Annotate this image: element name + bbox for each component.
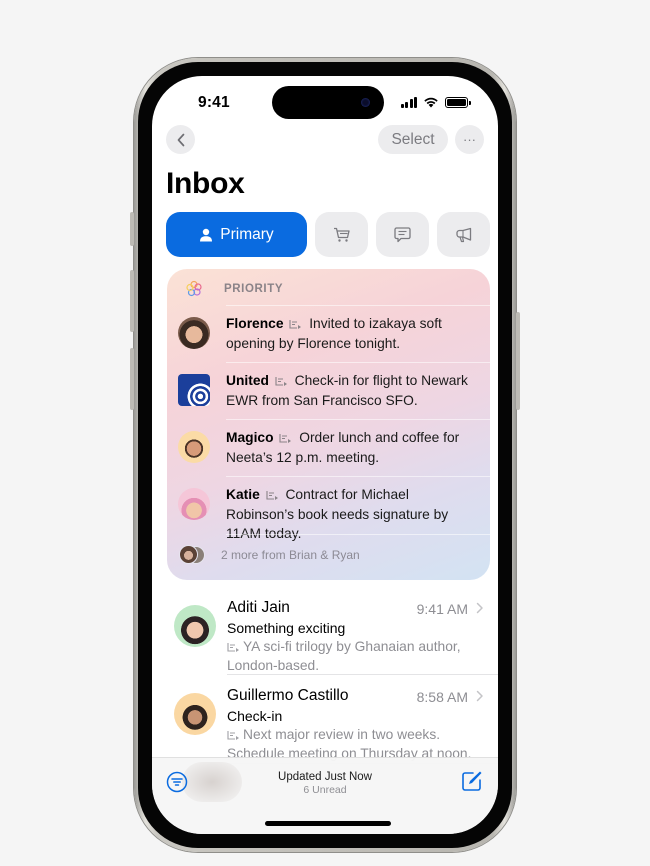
priority-item-text: Florence Invited to izakaya soft opening… — [226, 314, 480, 353]
priority-sender: Katie — [226, 487, 260, 502]
avatar-magico — [178, 431, 210, 463]
mail-time: 8:58 AM — [416, 689, 468, 705]
mail-row[interactable]: Aditi Jain 9:41 AM Something exciting YA… — [152, 589, 498, 677]
mail-sender: Aditi Jain — [227, 599, 290, 616]
unread-count: 6 Unread — [303, 784, 347, 796]
avatar-florence — [178, 317, 210, 349]
mail-subject: Check-in — [227, 708, 283, 724]
dynamic-island — [272, 86, 384, 119]
bottom-toolbar: Updated Just Now 6 Unread — [152, 757, 498, 834]
priority-summary: Contract for Michael Robinson’s book nee… — [226, 487, 449, 541]
summary-icon — [289, 320, 302, 329]
tab-transactions[interactable] — [315, 212, 368, 257]
summary-icon — [227, 731, 239, 740]
compose-icon[interactable] — [461, 770, 483, 792]
priority-more[interactable]: 2 more from Brian & Ryan — [179, 545, 360, 565]
select-button[interactable]: Select — [378, 125, 448, 154]
mail-sender: Guillermo Castillo — [227, 687, 349, 704]
priority-sender: United — [226, 373, 269, 388]
mailbox-status: Updated Just Now 6 Unread — [152, 771, 498, 796]
message-icon — [394, 226, 411, 242]
mail-preview-text: YA sci-fi trilogy by Ghanaian author, Lo… — [227, 639, 461, 673]
action-button — [130, 212, 134, 246]
summary-icon — [275, 377, 287, 386]
back-button[interactable] — [166, 125, 195, 154]
wifi-icon — [424, 97, 438, 108]
volume-down-button — [130, 348, 134, 410]
tab-updates[interactable] — [376, 212, 429, 257]
cart-icon — [333, 227, 350, 242]
screen: 9:41 Select ··· Inbox Primary PRIORITY F… — [152, 76, 498, 834]
home-indicator[interactable] — [265, 821, 391, 826]
status-time: 9:41 — [198, 94, 230, 111]
phone-bezel: 9:41 Select ··· Inbox Primary PRIORITY F… — [138, 62, 512, 848]
avatar-guillermo — [174, 693, 216, 735]
apple-intelligence-icon — [186, 280, 202, 297]
chevron-right-icon — [476, 690, 483, 702]
more-button[interactable]: ··· — [455, 125, 484, 154]
chevron-right-icon — [476, 602, 483, 614]
priority-card: PRIORITY Florence Invited to izakaya sof… — [167, 269, 490, 580]
priority-sender: Florence — [226, 316, 284, 331]
volume-up-button — [130, 270, 134, 332]
person-icon — [200, 228, 213, 241]
priority-item[interactable]: United Check-in for flight to Newark EWR… — [167, 362, 490, 419]
summary-icon — [227, 643, 239, 652]
tab-primary-label: Primary — [220, 225, 274, 243]
power-button — [516, 312, 520, 410]
status-icons — [400, 96, 471, 108]
priority-item[interactable]: Florence Invited to izakaya soft opening… — [167, 305, 490, 362]
priority-more-text: 2 more from Brian & Ryan — [221, 548, 360, 562]
phone-frame: 9:41 Select ··· Inbox Primary PRIORITY F… — [130, 58, 520, 852]
megaphone-icon — [455, 227, 471, 242]
priority-item-text: United Check-in for flight to Newark EWR… — [226, 371, 480, 410]
avatar-katie — [178, 488, 210, 520]
mail-preview-text: Next major review in two weeks. Schedule… — [227, 727, 472, 761]
status-bar: 9:41 — [152, 76, 498, 128]
mail-row[interactable]: Guillermo Castillo 8:58 AM Check-in Next… — [152, 677, 498, 765]
priority-item[interactable]: Katie Contract for Michael Robinson’s bo… — [167, 476, 490, 541]
priority-item[interactable]: Magico Order lunch and coffee for Neeta’… — [167, 419, 490, 476]
mail-preview: YA sci-fi trilogy by Ghanaian author, Lo… — [227, 638, 472, 675]
tab-primary[interactable]: Primary — [166, 212, 307, 257]
camera-icon — [361, 98, 370, 107]
priority-header: PRIORITY — [185, 280, 283, 298]
summary-icon — [279, 434, 292, 443]
priority-label: PRIORITY — [224, 283, 284, 295]
summary-icon — [266, 491, 278, 500]
priority-item-text: Magico Order lunch and coffee for Neeta’… — [226, 428, 480, 467]
cellular-signal-icon — [400, 96, 417, 108]
chevron-left-icon — [177, 133, 184, 146]
battery-icon — [445, 96, 471, 108]
mail-time: 9:41 AM — [416, 601, 468, 617]
tab-promotions[interactable] — [437, 212, 490, 257]
avatar-united — [178, 374, 210, 406]
update-status: Updated Just Now — [278, 771, 372, 783]
page-title: Inbox — [166, 167, 245, 200]
mail-subject: Something exciting — [227, 620, 346, 636]
stacked-avatars — [179, 545, 207, 565]
ellipsis-icon: ··· — [463, 132, 476, 147]
category-tabs: Primary — [166, 212, 490, 257]
avatar-brian — [179, 545, 198, 564]
priority-sender: Magico — [226, 430, 274, 445]
avatar-aditi — [174, 605, 216, 647]
